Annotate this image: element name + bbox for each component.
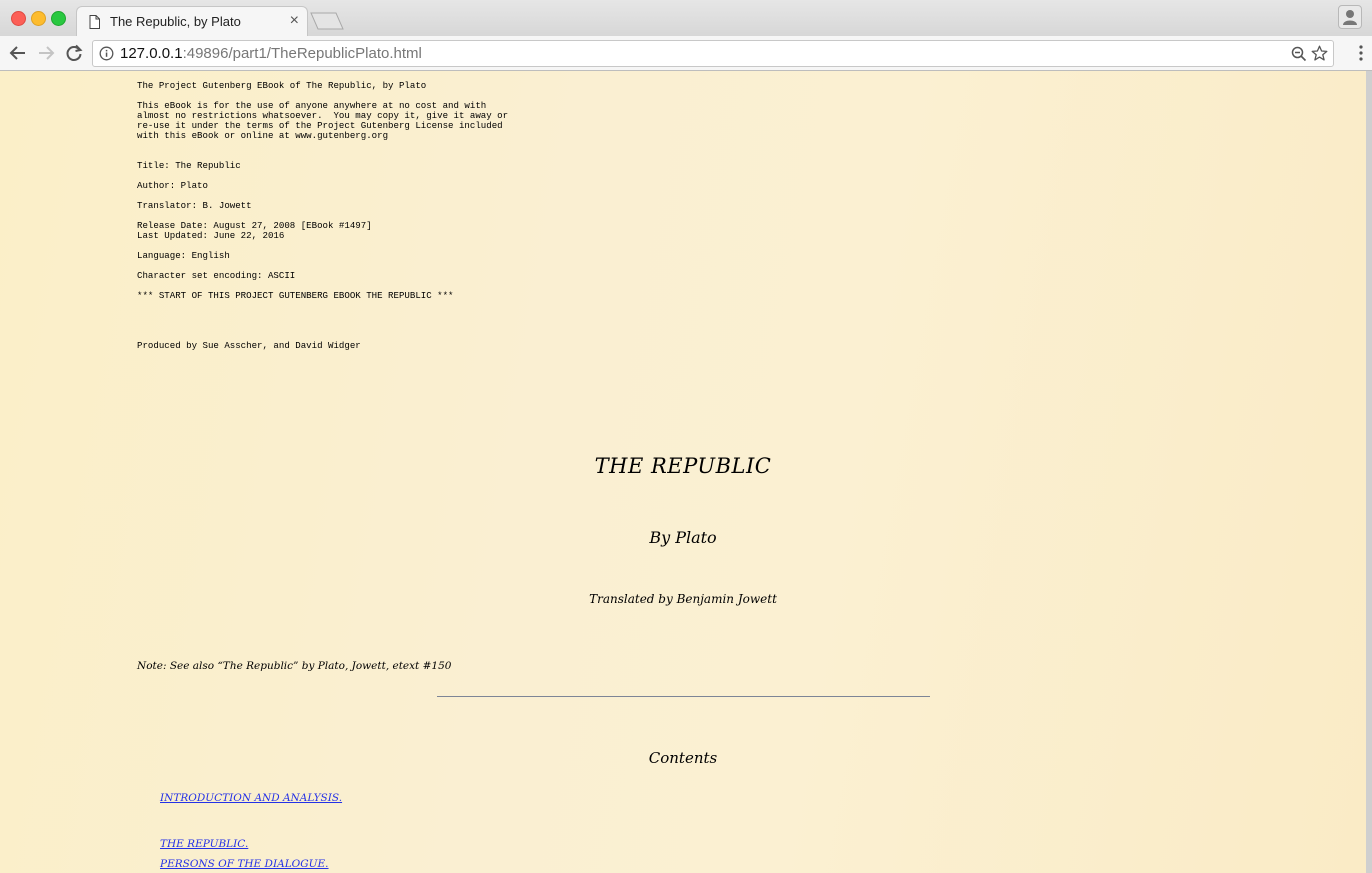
document-icon [89, 15, 100, 34]
window-title-bar: The Republic, by Plato × [0, 0, 1372, 36]
header-text-line: Language: English [137, 250, 230, 261]
gutenberg-header-text: The Project Gutenberg EBook of The Repub… [137, 81, 508, 351]
profile-button[interactable] [1338, 5, 1362, 29]
header-text-line: The Project Gutenberg EBook of The Repub… [137, 80, 427, 91]
person-icon [1343, 10, 1357, 25]
forward-arrow-icon[interactable] [37, 44, 55, 67]
url-path: :49896/part1/TheRepublicPlato.html [182, 45, 422, 62]
menu-icon[interactable] [1359, 45, 1363, 66]
toc-link-introduction[interactable]: INTRODUCTION AND ANALYSIS. [160, 792, 342, 804]
toc-link-the-republic[interactable]: THE REPUBLIC. [160, 838, 248, 850]
tab-title: The Republic, by Plato [110, 14, 241, 29]
url-text[interactable]: 127.0.0.1:49896/part1/TheRepublicPlato.h… [120, 45, 422, 62]
address-bar[interactable]: 127.0.0.1:49896/part1/TheRepublicPlato.h… [92, 40, 1334, 67]
header-text-line [137, 301, 508, 311]
fullscreen-window-button[interactable] [51, 11, 66, 26]
book-note: Note: See also “The Republic” by Plato, … [137, 660, 452, 672]
header-text-line: Title: The Republic [137, 160, 241, 171]
page-viewport: The Project Gutenberg EBook of The Repub… [0, 71, 1366, 873]
header-text-line [137, 311, 508, 321]
header-text-line: with this eBook or online at www.gutenbe… [137, 130, 389, 141]
toc-link-persons-of-dialogue[interactable]: PERSONS OF THE DIALOGUE. [160, 858, 329, 870]
book-translator: Translated by Benjamin Jowett [589, 592, 777, 606]
browser-tab-active[interactable]: The Republic, by Plato × [76, 6, 308, 36]
header-text-line [137, 141, 508, 151]
zoom-out-icon[interactable] [1291, 46, 1307, 67]
info-icon[interactable] [99, 46, 114, 66]
url-host: 127.0.0.1 [120, 45, 183, 62]
header-text-line: Translator: B. Jowett [137, 200, 252, 211]
book-title: THE REPUBLIC [594, 454, 772, 478]
reload-icon[interactable] [65, 44, 83, 67]
contents-heading: Contents [648, 749, 718, 767]
back-arrow-icon[interactable] [9, 44, 27, 67]
header-text-line: Character set encoding: ASCII [137, 270, 296, 281]
browser-toolbar: 127.0.0.1:49896/part1/TheRepublicPlato.h… [0, 36, 1372, 71]
bookmark-star-icon[interactable] [1311, 45, 1328, 67]
horizontal-divider [437, 696, 930, 697]
header-text-line: *** START OF THIS PROJECT GUTENBERG EBOO… [137, 290, 454, 301]
header-text-line: Produced by Sue Asscher, and David Widge… [137, 340, 361, 351]
close-window-button[interactable] [11, 11, 26, 26]
header-text-line: Last Updated: June 22, 2016 [137, 230, 285, 241]
header-text-line [137, 321, 508, 331]
header-text-line: Author: Plato [137, 180, 208, 191]
book-author: By Plato [649, 528, 717, 547]
scrollbar-gutter[interactable] [1366, 71, 1372, 873]
new-tab-button[interactable] [310, 12, 344, 35]
minimize-window-button[interactable] [31, 11, 46, 26]
tab-close-icon[interactable]: × [290, 13, 299, 29]
